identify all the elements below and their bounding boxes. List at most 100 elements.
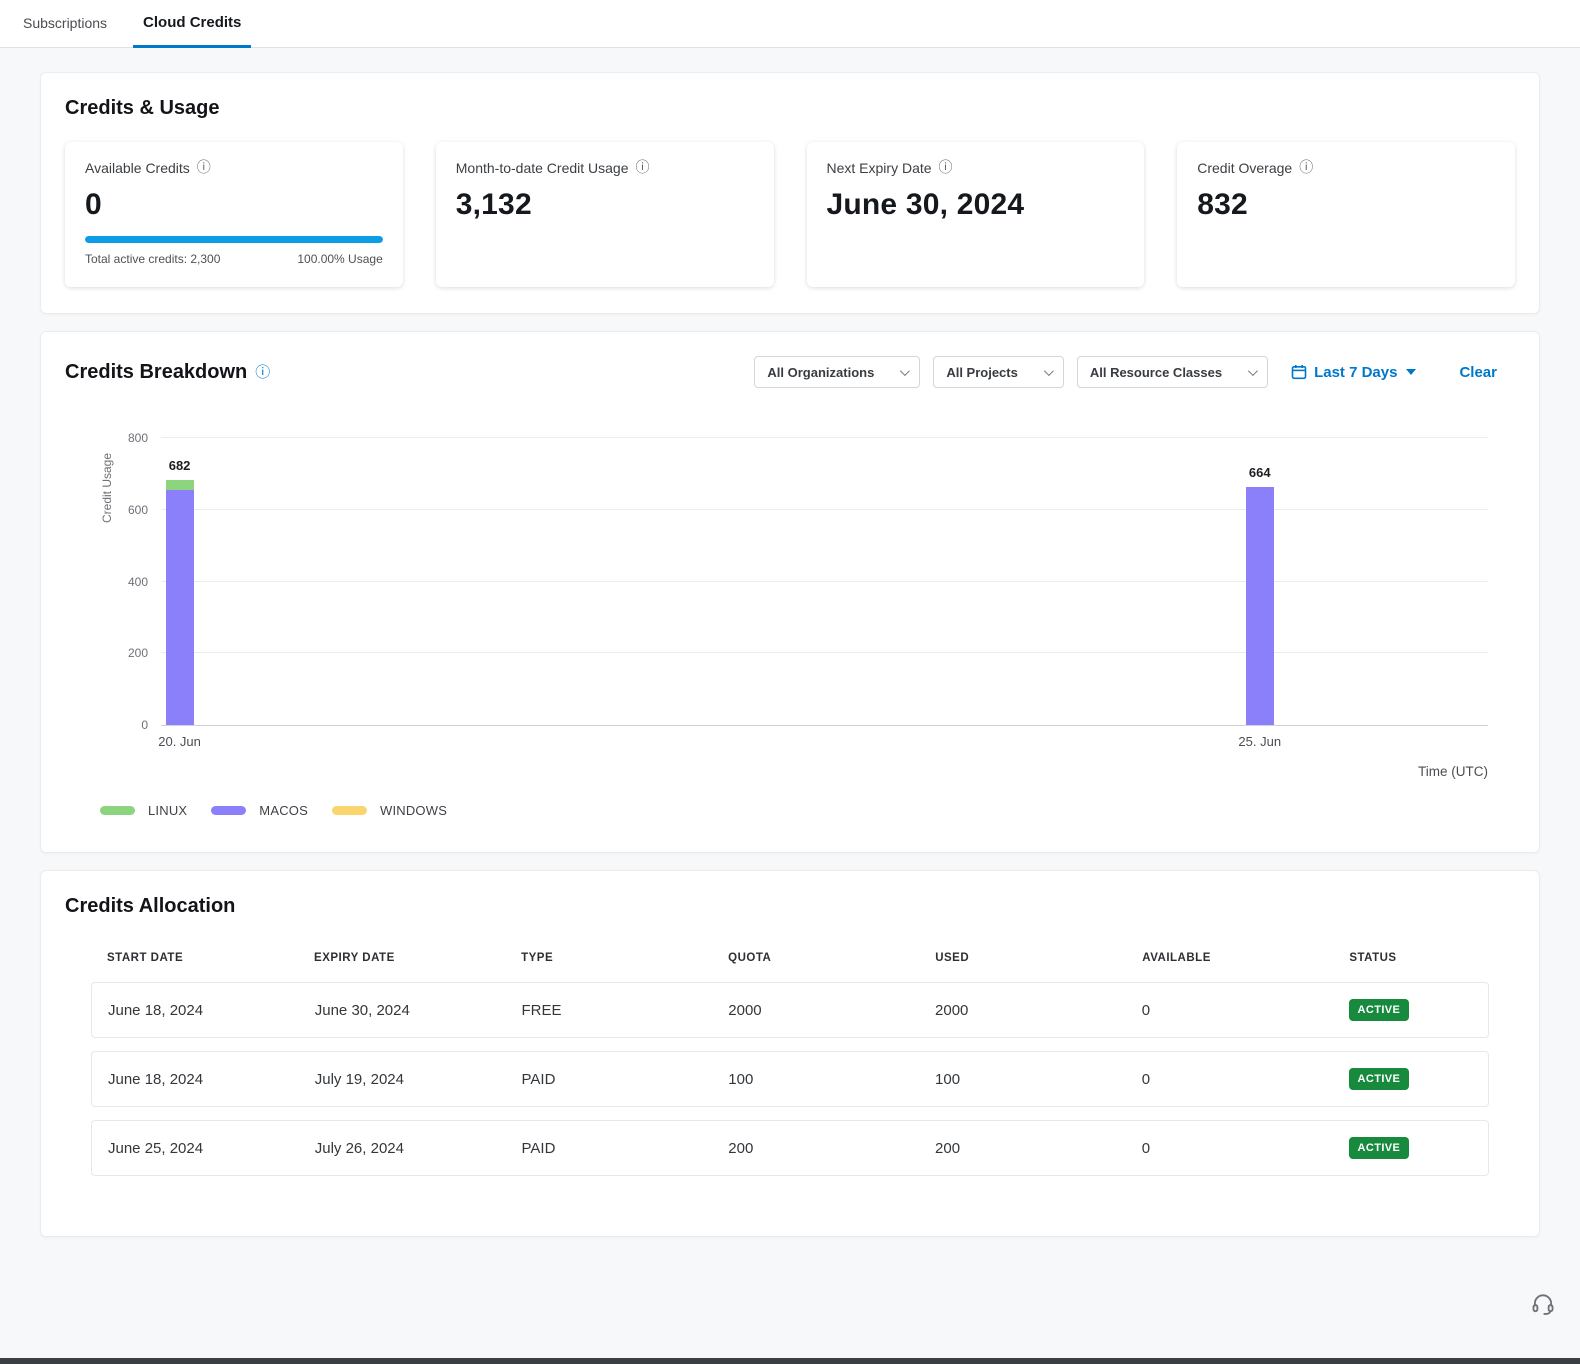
page-content: Credits & Usage Available Credits ⓘ 0 To… xyxy=(0,48,1580,1237)
next-expiry-value: June 30, 2024 xyxy=(827,188,1125,222)
total-active-credits-text: Total active credits: 2,300 xyxy=(85,252,220,266)
projects-filter-label: All Projects xyxy=(946,365,1018,380)
chevron-down-icon xyxy=(1248,366,1258,376)
credit-overage-label: Credit Overage xyxy=(1197,160,1292,176)
chevron-down-icon xyxy=(900,366,910,376)
legend-item-linux[interactable]: LINUX xyxy=(100,803,187,818)
legend-swatch xyxy=(211,806,246,815)
cell-quota: 100 xyxy=(712,1071,919,1088)
cell-used: 200 xyxy=(919,1140,1126,1157)
legend-item-macos[interactable]: MACOS xyxy=(211,803,308,818)
date-range-label: Last 7 Days xyxy=(1314,364,1397,381)
credit-overage-value: 832 xyxy=(1197,188,1495,222)
gridline xyxy=(161,652,1488,653)
cell-expiry-date: June 30, 2024 xyxy=(299,1002,506,1019)
cell-available: 0 xyxy=(1126,1002,1333,1019)
legend-item-windows[interactable]: WINDOWS xyxy=(332,803,447,818)
table-row: June 25, 2024 July 26, 2024 PAID 200 200… xyxy=(91,1120,1489,1176)
col-status: STATUS xyxy=(1333,952,1489,964)
resource-classes-filter-label: All Resource Classes xyxy=(1090,365,1222,380)
cell-type: PAID xyxy=(506,1071,713,1088)
cell-available: 0 xyxy=(1126,1140,1333,1157)
available-credits-value: 0 xyxy=(85,188,383,222)
cell-used: 2000 xyxy=(919,1002,1126,1019)
legend-swatch xyxy=(100,806,135,815)
x-axis-tick-label: 20. Jun xyxy=(158,734,201,749)
col-quota: QUOTA xyxy=(712,952,919,964)
y-axis-tick-label: 800 xyxy=(128,431,148,445)
headset-icon xyxy=(1530,1291,1556,1317)
chevron-down-icon xyxy=(1044,366,1054,376)
col-type: TYPE xyxy=(505,952,712,964)
x-axis-tick-label: 25. Jun xyxy=(1238,734,1281,749)
table-header-row: START DATE EXPIRY DATE TYPE QUOTA USED A… xyxy=(91,952,1489,982)
gridline xyxy=(161,437,1488,438)
bar-segment-macos[interactable] xyxy=(1246,487,1274,725)
table-row: June 18, 2024 July 19, 2024 PAID 100 100… xyxy=(91,1051,1489,1107)
credits-breakdown-title: Credits Breakdown xyxy=(65,361,247,384)
col-start-date: START DATE xyxy=(91,952,298,964)
credits-allocation-table: START DATE EXPIRY DATE TYPE QUOTA USED A… xyxy=(91,952,1489,1176)
next-expiry-label: Next Expiry Date xyxy=(827,160,932,176)
date-range-picker[interactable]: Last 7 Days xyxy=(1291,364,1416,381)
calendar-icon xyxy=(1291,364,1307,380)
available-credits-label: Available Credits xyxy=(85,160,190,176)
cell-type: PAID xyxy=(506,1140,713,1157)
mtd-usage-card: Month-to-date Credit Usage ⓘ 3,132 xyxy=(436,142,774,287)
cell-quota: 2000 xyxy=(712,1002,919,1019)
chart-plot-area: Credit Usage 020040060080068220. Jun6642… xyxy=(161,438,1488,726)
info-icon[interactable]: ⓘ xyxy=(255,365,270,380)
legend-swatch xyxy=(332,806,367,815)
col-available: AVAILABLE xyxy=(1126,952,1333,964)
credit-overage-card: Credit Overage ⓘ 832 xyxy=(1177,142,1515,287)
projects-filter-select[interactable]: All Projects xyxy=(933,356,1064,388)
cell-expiry-date: July 26, 2024 xyxy=(299,1140,506,1157)
col-used: USED xyxy=(919,952,1126,964)
y-axis-tick-label: 400 xyxy=(128,575,148,589)
legend-label: WINDOWS xyxy=(380,803,447,818)
credits-usage-title: Credits & Usage xyxy=(65,97,1515,120)
cell-expiry-date: July 19, 2024 xyxy=(299,1071,506,1088)
tab-cloud-credits[interactable]: Cloud Credits xyxy=(133,0,251,48)
info-icon[interactable]: ⓘ xyxy=(1299,161,1313,175)
credits-progress-bar xyxy=(85,236,383,243)
bar-total-label: 682 xyxy=(169,458,191,473)
bar-segment-linux[interactable] xyxy=(166,480,194,490)
credit-usage-chart: Credit Usage 020040060080068220. Jun6642… xyxy=(65,438,1515,818)
resource-classes-filter-select[interactable]: All Resource Classes xyxy=(1077,356,1268,388)
legend-label: MACOS xyxy=(259,803,308,818)
organizations-filter-label: All Organizations xyxy=(767,365,874,380)
cell-quota: 200 xyxy=(712,1140,919,1157)
cell-start-date: June 18, 2024 xyxy=(92,1002,299,1019)
window-bottom-edge xyxy=(0,1358,1580,1364)
tab-subscriptions[interactable]: Subscriptions xyxy=(13,0,117,48)
chart-legend: LINUX MACOS WINDOWS xyxy=(100,803,1515,818)
bar-segment-macos[interactable] xyxy=(166,490,194,725)
credits-allocation-title: Credits Allocation xyxy=(65,895,1515,918)
table-row: June 18, 2024 June 30, 2024 FREE 2000 20… xyxy=(91,982,1489,1038)
mtd-usage-label: Month-to-date Credit Usage xyxy=(456,160,629,176)
status-badge: ACTIVE xyxy=(1349,999,1410,1021)
cell-start-date: June 25, 2024 xyxy=(92,1140,299,1157)
info-icon[interactable]: ⓘ xyxy=(636,161,650,175)
credits-allocation-section: Credits Allocation START DATE EXPIRY DAT… xyxy=(40,870,1540,1237)
credits-breakdown-section: Credits Breakdown ⓘ All Organizations Al… xyxy=(40,331,1540,853)
y-axis-title: Credit Usage xyxy=(100,453,114,523)
status-badge: ACTIVE xyxy=(1349,1137,1410,1159)
mtd-usage-value: 3,132 xyxy=(456,188,754,222)
available-credits-card: Available Credits ⓘ 0 Total active credi… xyxy=(65,142,403,287)
clear-filters-button[interactable]: Clear xyxy=(1459,364,1497,381)
top-tab-bar: Subscriptions Cloud Credits xyxy=(0,0,1580,48)
stat-card-row: Available Credits ⓘ 0 Total active credi… xyxy=(65,142,1515,289)
info-icon[interactable]: ⓘ xyxy=(197,161,211,175)
caret-down-icon xyxy=(1406,369,1416,375)
cell-start-date: June 18, 2024 xyxy=(92,1071,299,1088)
x-axis-title: Time (UTC) xyxy=(65,764,1515,779)
cell-type: FREE xyxy=(506,1002,713,1019)
cell-used: 100 xyxy=(919,1071,1126,1088)
organizations-filter-select[interactable]: All Organizations xyxy=(754,356,920,388)
credits-usage-section: Credits & Usage Available Credits ⓘ 0 To… xyxy=(40,72,1540,314)
info-icon[interactable]: ⓘ xyxy=(939,161,953,175)
support-button[interactable] xyxy=(1530,1291,1556,1322)
status-badge: ACTIVE xyxy=(1349,1068,1410,1090)
